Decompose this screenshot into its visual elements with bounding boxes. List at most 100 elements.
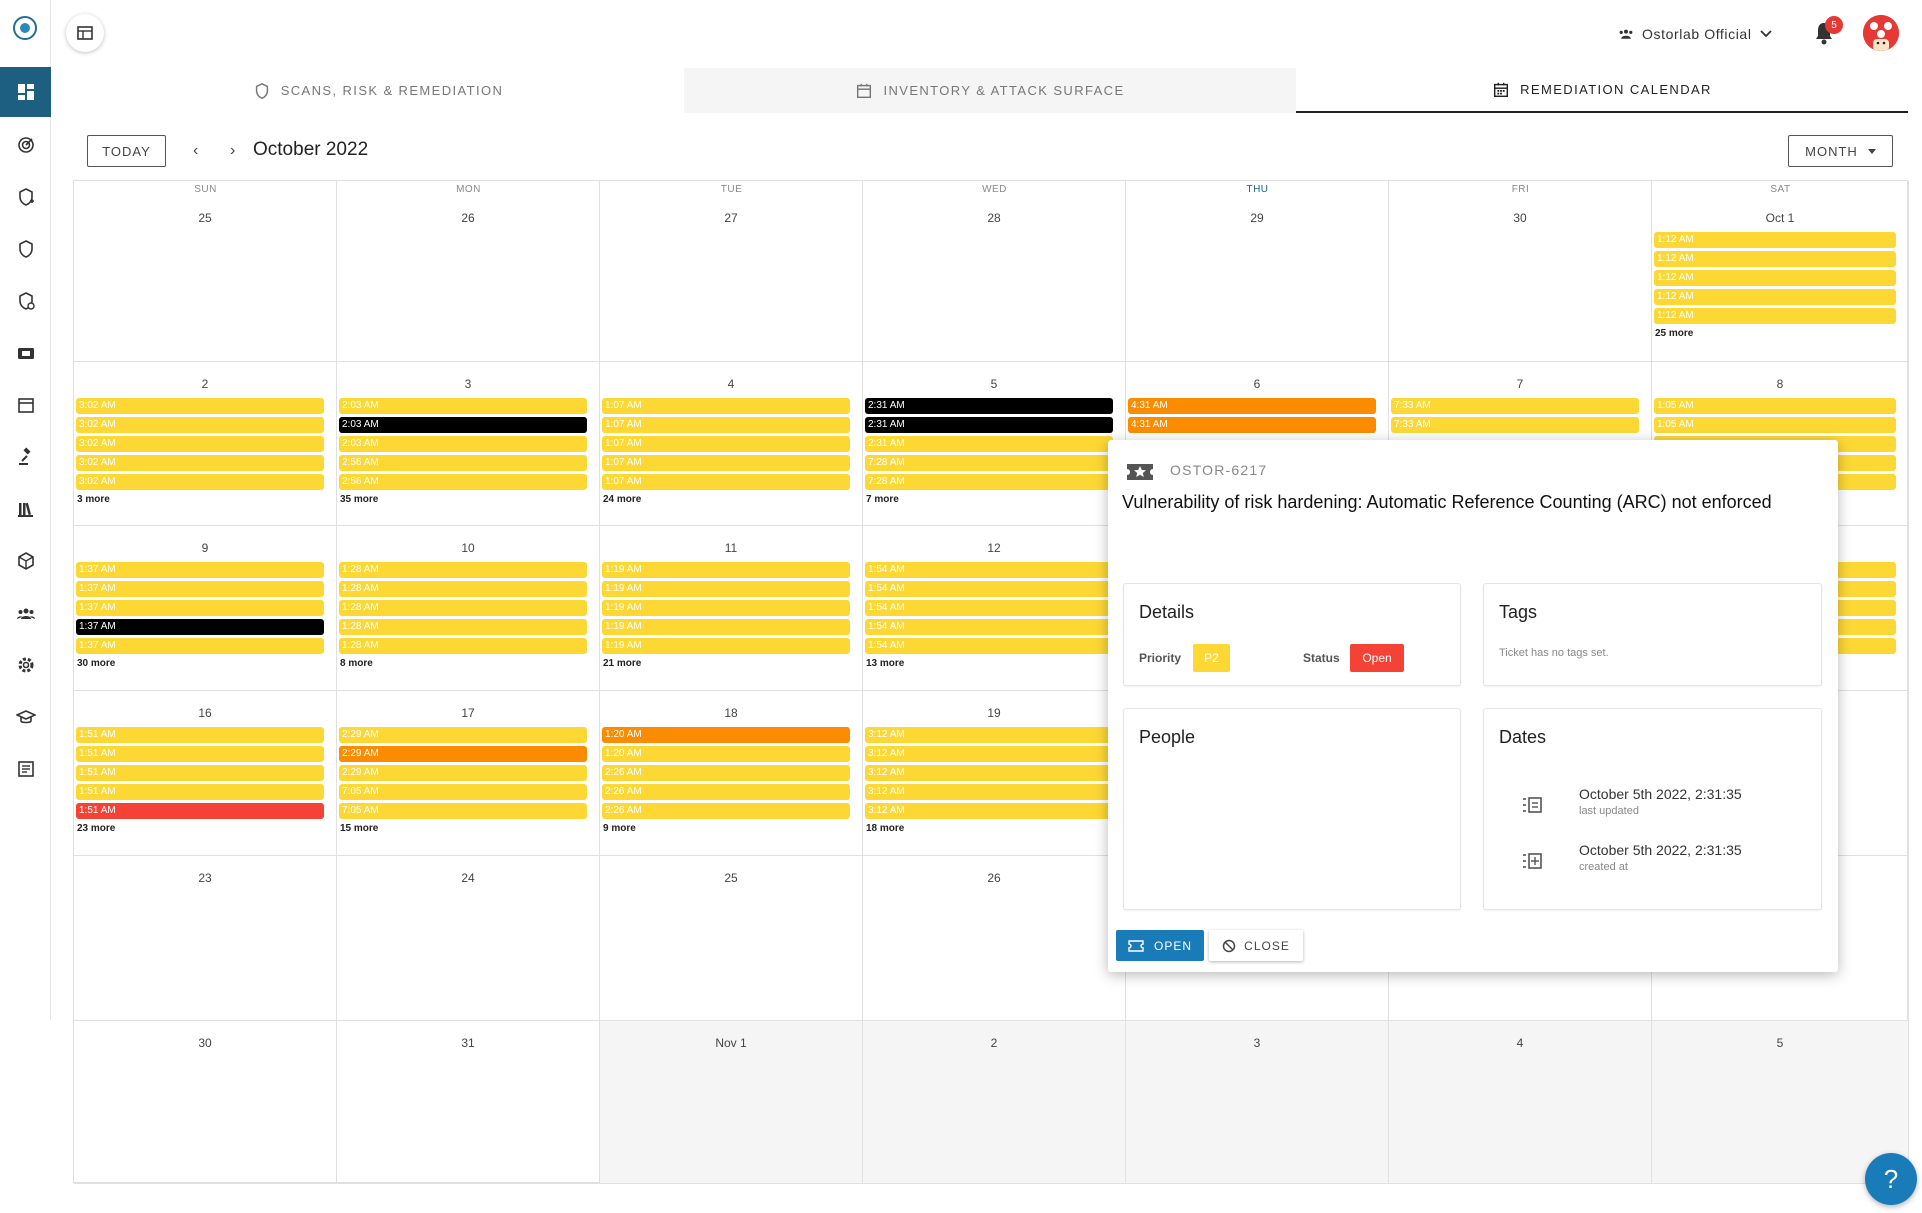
calendar-event[interactable]: 1:07 AM — [602, 455, 850, 471]
calendar-event[interactable]: 1:54 AM — [865, 638, 1113, 654]
day-cell[interactable]: 4 — [1389, 1021, 1652, 1184]
day-number[interactable]: 3 — [1126, 1036, 1388, 1050]
day-cell[interactable]: 3 — [1126, 1021, 1389, 1184]
day-cell[interactable]: 30 — [74, 1021, 337, 1184]
day-number[interactable]: 19 — [863, 706, 1125, 720]
calendar-event[interactable]: 1:19 AM — [602, 600, 850, 616]
sidebar-item-scans[interactable] — [0, 120, 51, 170]
calendar-event[interactable]: 1:07 AM — [602, 436, 850, 452]
calendar-event[interactable]: 2:56 AM — [339, 455, 587, 471]
calendar-event[interactable]: 2:29 AM — [339, 746, 587, 762]
day-cell[interactable]: 4 1:07 AM 1:07 AM 1:07 AM 1:07 AM 1:07 AM 24 m… — [600, 362, 863, 526]
calendar-event[interactable]: 3:02 AM — [76, 436, 324, 452]
calendar-event[interactable]: 1:28 AM — [339, 600, 587, 616]
day-cell[interactable]: Nov 1 — [600, 1021, 863, 1184]
calendar-event[interactable]: 2:31 AM — [865, 436, 1113, 452]
day-cell[interactable]: 10 1:28 AM 1:28 AM 1:28 AM 1:28 AM 1:28 AM 8 m… — [337, 526, 600, 691]
more-events-link[interactable]: 24 more — [603, 494, 641, 505]
more-events-link[interactable]: 13 more — [866, 658, 904, 669]
calendar-event[interactable]: 2:26 AM — [602, 803, 850, 819]
day-number[interactable]: 11 — [600, 541, 862, 555]
day-number[interactable]: 26 — [863, 871, 1125, 885]
day-number[interactable]: 26 — [337, 211, 599, 225]
more-events-link[interactable]: 25 more — [1655, 328, 1693, 339]
more-events-link[interactable]: 7 more — [866, 494, 899, 505]
day-cell[interactable]: 12 1:54 AM 1:54 AM 1:54 AM 1:54 AM 1:54 AM 13 … — [863, 526, 1126, 691]
day-cell[interactable]: 2 3:02 AM 3:02 AM 3:02 AM 3:02 AM 3:02 AM 3 mo… — [74, 362, 337, 526]
calendar-event[interactable]: 1:37 AM — [76, 638, 324, 654]
organization-selector[interactable]: Ostorlab Official — [1618, 24, 1772, 44]
calendar-event[interactable]: 2:26 AM — [602, 765, 850, 781]
calendar-event[interactable]: 1:12 AM — [1654, 308, 1896, 324]
calendar-event[interactable]: 1:07 AM — [602, 398, 850, 414]
day-cell[interactable]: 5 — [1652, 1021, 1909, 1184]
day-number[interactable]: 10 — [337, 541, 599, 555]
day-number[interactable]: 25 — [74, 211, 336, 225]
avatar[interactable] — [1863, 15, 1899, 51]
more-events-link[interactable]: 23 more — [77, 823, 115, 834]
day-number[interactable]: 6 — [1126, 377, 1388, 391]
day-cell[interactable]: 5 2:31 AM 2:31 AM 2:31 AM 7:28 AM 7:28 AM 7 mo… — [863, 362, 1126, 526]
calendar-event[interactable]: 1:37 AM — [76, 619, 324, 635]
sidebar-item-academy[interactable] — [0, 692, 51, 742]
sidebar-item-new-scan[interactable] — [0, 172, 51, 222]
more-events-link[interactable]: 21 more — [603, 658, 641, 669]
sidebar-item-library[interactable] — [0, 484, 51, 534]
sidebar-item-calendar[interactable] — [0, 380, 51, 430]
day-cell[interactable]: 26 — [337, 181, 600, 362]
day-cell[interactable]: 16 1:51 AM 1:51 AM 1:51 AM 1:51 AM 1:51 AM 23 … — [74, 691, 337, 856]
day-number[interactable]: 17 — [337, 706, 599, 720]
day-number[interactable]: 29 — [1126, 211, 1388, 225]
calendar-event[interactable]: 7:05 AM — [339, 803, 587, 819]
day-cell[interactable]: 25 — [600, 856, 863, 1021]
more-events-link[interactable]: 9 more — [603, 823, 636, 834]
calendar-event[interactable]: 2:03 AM — [339, 417, 587, 433]
day-cell[interactable]: 27 — [600, 181, 863, 362]
calendar-event[interactable]: 1:12 AM — [1654, 232, 1896, 248]
calendar-event[interactable]: 1:07 AM — [602, 417, 850, 433]
calendar-event[interactable]: 3:02 AM — [76, 398, 324, 414]
calendar-event[interactable]: 7:28 AM — [865, 474, 1113, 490]
sidebar-item-team[interactable] — [0, 588, 51, 638]
calendar-event[interactable]: 1:12 AM — [1654, 289, 1896, 305]
day-number[interactable]: 18 — [600, 706, 862, 720]
calendar-event[interactable]: 2:31 AM — [865, 398, 1113, 414]
calendar-event[interactable]: 4:31 AM — [1128, 417, 1376, 433]
day-number[interactable]: 5 — [1652, 1036, 1908, 1050]
day-number[interactable]: 12 — [863, 541, 1125, 555]
calendar-event[interactable]: 1:12 AM — [1654, 270, 1896, 286]
ostorlab-logo-icon[interactable] — [13, 16, 37, 40]
calendar-event[interactable]: 1:37 AM — [76, 600, 324, 616]
day-number[interactable]: 30 — [74, 1036, 336, 1050]
calendar-event[interactable]: 1:37 AM — [76, 562, 324, 578]
calendar-event[interactable]: 1:19 AM — [602, 638, 850, 654]
day-cell[interactable]: 29 — [1126, 181, 1389, 362]
day-number[interactable]: Nov 1 — [600, 1036, 862, 1050]
day-cell[interactable]: Oct 1 1:12 AM 1:12 AM 1:12 AM 1:12 AM 1:12 AM… — [1652, 181, 1909, 362]
calendar-event[interactable]: 1:19 AM — [602, 619, 850, 635]
day-cell[interactable]: 19 3:12 AM 3:12 AM 3:12 AM 3:12 AM 3:12 AM 18 … — [863, 691, 1126, 856]
day-number[interactable]: 4 — [1389, 1036, 1651, 1050]
day-cell[interactable]: 25 — [74, 181, 337, 362]
calendar-event[interactable]: 1:54 AM — [865, 581, 1113, 597]
today-button[interactable]: TODAY — [87, 135, 166, 167]
tab-scans-risk-remediation[interactable]: SCANS, RISK & REMEDIATION — [72, 68, 684, 113]
calendar-event[interactable]: 7:33 AM — [1391, 417, 1639, 433]
calendar-event[interactable]: 2:03 AM — [339, 436, 587, 452]
day-cell[interactable]: 31 — [337, 1021, 600, 1184]
day-cell[interactable]: 24 — [337, 856, 600, 1021]
calendar-event[interactable]: 1:12 AM — [1654, 251, 1896, 267]
day-number[interactable]: 2 — [863, 1036, 1125, 1050]
day-cell[interactable]: 2 — [863, 1021, 1126, 1184]
day-number[interactable]: 3 — [337, 377, 599, 391]
more-events-link[interactable]: 3 more — [77, 494, 110, 505]
calendar-event[interactable]: 7:33 AM — [1391, 398, 1639, 414]
calendar-event[interactable]: 2:29 AM — [339, 765, 587, 781]
day-cell[interactable]: 30 — [1389, 181, 1652, 362]
day-number[interactable]: 8 — [1652, 377, 1908, 391]
calendar-event[interactable]: 2:56 AM — [339, 474, 587, 490]
day-number[interactable]: 23 — [74, 871, 336, 885]
calendar-event[interactable]: 1:05 AM — [1654, 417, 1896, 433]
calendar-event[interactable]: 3:12 AM — [865, 746, 1113, 762]
calendar-event[interactable]: 1:28 AM — [339, 562, 587, 578]
